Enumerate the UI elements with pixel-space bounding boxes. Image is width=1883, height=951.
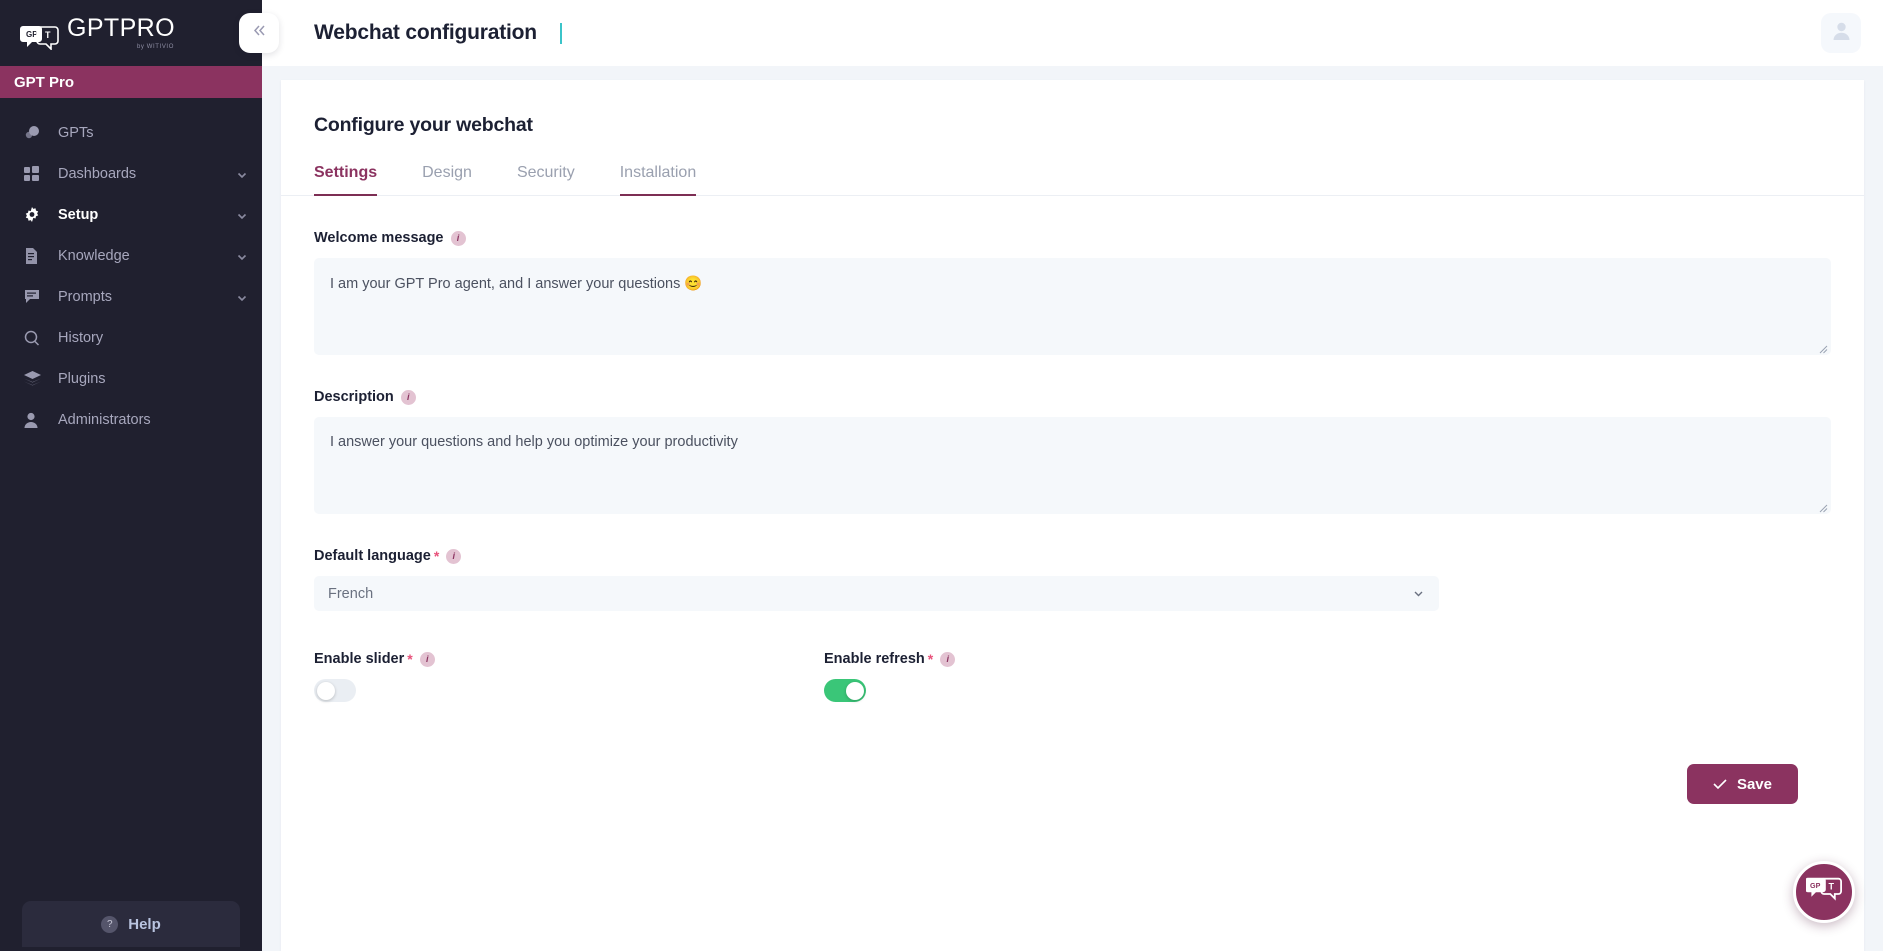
- svg-text:T: T: [45, 30, 51, 40]
- dashboard-grid-icon: [24, 165, 46, 183]
- label-text: Description: [314, 389, 394, 405]
- sidebar-item-knowledge[interactable]: Knowledge: [0, 235, 262, 276]
- required-marker: *: [434, 548, 439, 564]
- enable-slider-label: Enable slider * i: [314, 651, 824, 667]
- sidebar-item-label: GPTs: [58, 125, 248, 141]
- toggles-row: Enable slider * i Enable refresh: [314, 651, 1831, 702]
- double-chevron-left-icon: [251, 23, 268, 43]
- description-input[interactable]: [314, 417, 1831, 514]
- tab-installation[interactable]: Installation: [620, 164, 697, 195]
- main-area: Webchat configuration Configure your web…: [262, 0, 1883, 951]
- description-label: Description i: [314, 389, 1831, 405]
- tab-bar: Settings Design Security Installation: [281, 164, 1864, 196]
- chevron-down-icon[interactable]: [236, 250, 248, 262]
- person-icon: [24, 411, 46, 429]
- help-button[interactable]: ? Help: [22, 901, 240, 947]
- chevron-down-icon[interactable]: [236, 168, 248, 180]
- gpts-icon: [24, 124, 46, 142]
- chevron-down-icon: [1412, 587, 1425, 600]
- default-language-select[interactable]: French: [314, 576, 1439, 611]
- page-title: Webchat configuration: [314, 21, 537, 45]
- speech-bubble-icon: [24, 288, 46, 306]
- tab-design[interactable]: Design: [422, 164, 472, 195]
- info-icon[interactable]: i: [940, 652, 955, 667]
- save-row: Save: [314, 764, 1831, 804]
- title-cursor: [560, 23, 562, 44]
- field-enable-slider: Enable slider * i: [314, 651, 824, 702]
- enable-refresh-toggle[interactable]: [824, 679, 866, 702]
- sidebar-item-prompts[interactable]: Prompts: [0, 276, 262, 317]
- chat-bubbles-gpt-icon: GP T: [20, 24, 60, 50]
- selected-language-value: French: [328, 586, 373, 602]
- toggle-knob: [846, 682, 864, 700]
- sidebar-item-label: Plugins: [58, 371, 248, 387]
- chevron-down-icon[interactable]: [236, 209, 248, 221]
- label-text: Default language: [314, 548, 431, 564]
- sidebar-nav: GPTs Dashboards: [0, 98, 262, 440]
- save-label: Save: [1737, 776, 1772, 793]
- label-text: Enable slider: [314, 651, 404, 667]
- chevron-down-icon[interactable]: [236, 291, 248, 303]
- field-enable-refresh: Enable refresh * i: [824, 651, 1334, 702]
- required-marker: *: [928, 651, 933, 667]
- save-button[interactable]: Save: [1687, 764, 1798, 804]
- default-language-label: Default language * i: [314, 548, 1831, 564]
- sidebar-collapse-button[interactable]: [239, 13, 279, 53]
- sidebar-item-administrators[interactable]: Administrators: [0, 399, 262, 440]
- sidebar-item-label: Prompts: [58, 289, 236, 305]
- check-icon: [1713, 778, 1727, 790]
- sidebar-item-label: Dashboards: [58, 166, 236, 182]
- info-icon[interactable]: i: [446, 549, 461, 564]
- required-marker: *: [407, 651, 412, 667]
- help-label: Help: [128, 916, 161, 933]
- label-text: Enable refresh: [824, 651, 925, 667]
- user-avatar-icon: [1831, 20, 1852, 46]
- field-default-language: Default language * i French: [314, 548, 1831, 611]
- sidebar-item-label: Setup: [58, 207, 236, 223]
- info-icon[interactable]: i: [420, 652, 435, 667]
- sidebar-item-plugins[interactable]: Plugins: [0, 358, 262, 399]
- gear-icon: [24, 206, 46, 224]
- svg-text:GP: GP: [1810, 881, 1821, 890]
- sidebar-item-setup[interactable]: Setup: [0, 194, 262, 235]
- card-title: Configure your webchat: [281, 80, 1864, 137]
- enable-refresh-label: Enable refresh * i: [824, 651, 1334, 667]
- svg-text:T: T: [1829, 882, 1835, 892]
- field-description: Description i: [314, 389, 1831, 514]
- welcome-message-input[interactable]: [314, 258, 1831, 355]
- info-icon[interactable]: i: [401, 390, 416, 405]
- sidebar-item-gpts[interactable]: GPTs: [0, 112, 262, 153]
- sidebar: GP T GPTPRO by WITIVIO GPT Pro: [0, 0, 262, 951]
- sidebar-item-label: History: [58, 330, 248, 346]
- config-card: Configure your webchat Settings Design S…: [281, 80, 1864, 951]
- gpt-chat-bubble-icon: GP T: [1806, 876, 1842, 908]
- logo-text: GPTPRO: [67, 16, 175, 41]
- content-area: Configure your webchat Settings Design S…: [262, 66, 1883, 951]
- tab-security[interactable]: Security: [517, 164, 575, 195]
- sidebar-item-dashboards[interactable]: Dashboards: [0, 153, 262, 194]
- sidebar-section-label: GPT Pro: [0, 66, 262, 98]
- search-clock-icon: [24, 329, 46, 347]
- sidebar-item-history[interactable]: History: [0, 317, 262, 358]
- layers-icon: [24, 370, 46, 388]
- logo-subtitle: by WITIVIO: [137, 44, 174, 50]
- toggle-knob: [317, 682, 335, 700]
- topbar: Webchat configuration: [262, 0, 1883, 66]
- enable-slider-toggle[interactable]: [314, 679, 356, 702]
- label-text: Welcome message: [314, 230, 444, 246]
- help-container: ? Help: [0, 901, 262, 951]
- logo[interactable]: GP T GPTPRO by WITIVIO: [0, 0, 262, 66]
- sidebar-item-label: Knowledge: [58, 248, 236, 264]
- app-root: GP T GPTPRO by WITIVIO GPT Pro: [0, 0, 1883, 951]
- question-mark-icon: ?: [101, 916, 118, 933]
- sidebar-item-label: Administrators: [58, 412, 248, 428]
- avatar[interactable]: [1821, 13, 1861, 53]
- info-icon[interactable]: i: [451, 231, 466, 246]
- tab-settings[interactable]: Settings: [314, 164, 377, 195]
- field-welcome-message: Welcome message i: [314, 230, 1831, 355]
- document-icon: [24, 247, 46, 265]
- welcome-message-label: Welcome message i: [314, 230, 1831, 246]
- settings-form: Welcome message i Description: [281, 230, 1864, 804]
- chat-widget-button[interactable]: GP T: [1793, 861, 1855, 923]
